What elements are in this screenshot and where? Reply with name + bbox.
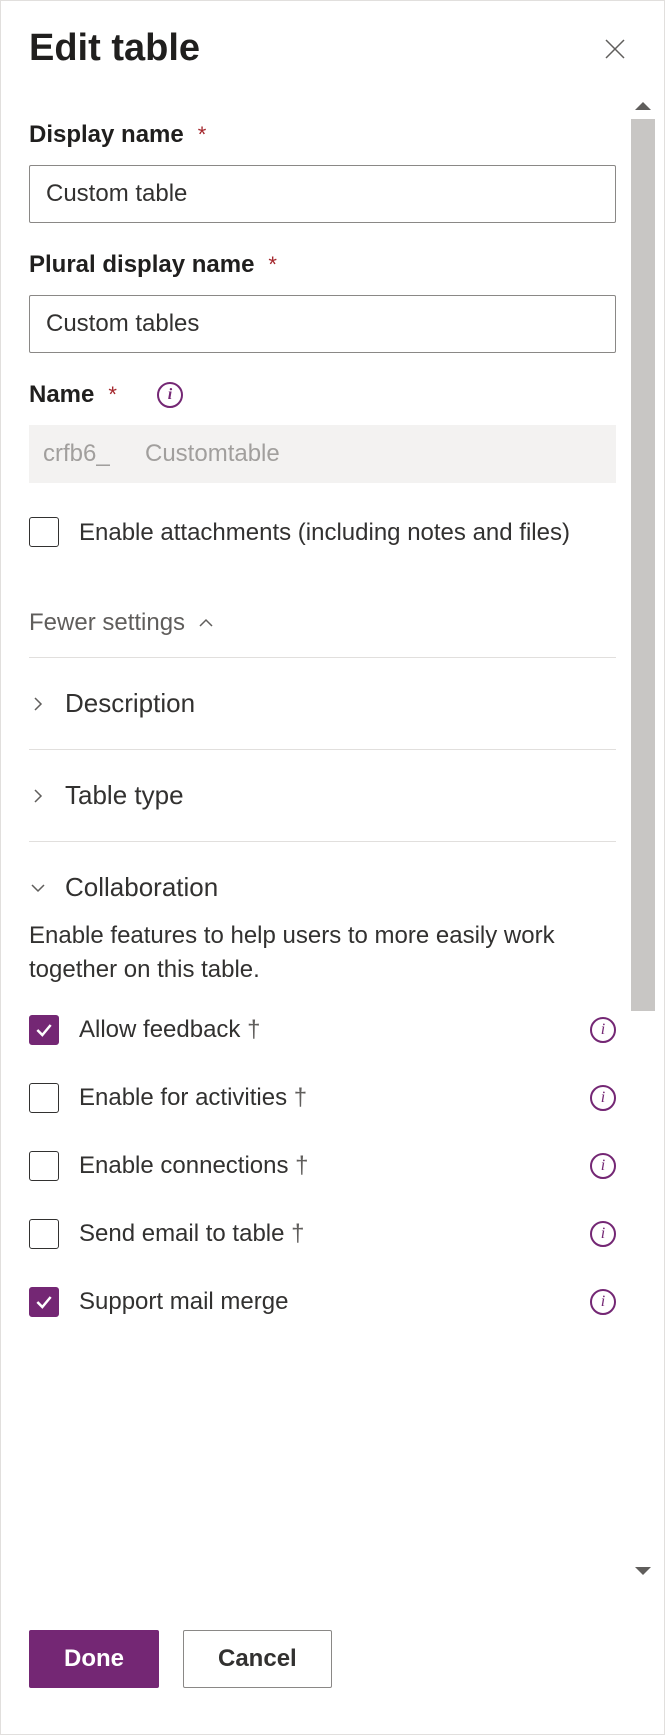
scroll-area: Display name * Plural display name * Nam… [1, 93, 622, 1584]
dagger-symbol: † [291, 1220, 304, 1247]
collaboration-item-label: Send email to table † [79, 1220, 570, 1248]
cancel-button[interactable]: Cancel [183, 1630, 332, 1688]
collaboration-checkbox[interactable] [29, 1015, 59, 1045]
collaboration-description: Enable features to help users to more ea… [29, 919, 616, 987]
name-value: Customtable [129, 425, 616, 483]
name-prefix: crfb6_ [29, 425, 129, 483]
collaboration-checkbox[interactable] [29, 1083, 59, 1113]
chevron-right-icon [29, 695, 47, 713]
info-icon[interactable]: i [590, 1085, 616, 1111]
collaboration-item: Support mail merge i [29, 1287, 616, 1317]
collaboration-list: Allow feedback †iEnable for activities †… [29, 1015, 616, 1317]
close-icon [603, 37, 627, 61]
plural-display-name-label-text: Plural display name [29, 251, 254, 279]
plural-display-name-label: Plural display name * [29, 251, 616, 279]
display-name-label-text: Display name [29, 121, 184, 149]
info-icon[interactable]: i [590, 1289, 616, 1315]
panel-header: Edit table [1, 1, 664, 80]
plural-display-name-input[interactable] [29, 295, 616, 353]
table-type-section-header[interactable]: Table type [29, 749, 616, 841]
info-icon[interactable]: i [157, 382, 183, 408]
edit-table-panel: Edit table Display name * Plural display… [0, 0, 665, 1735]
done-button[interactable]: Done [29, 1630, 159, 1688]
collaboration-checkbox[interactable] [29, 1287, 59, 1317]
collaboration-item-label: Enable connections † [79, 1152, 570, 1180]
triangle-up-icon [635, 102, 651, 110]
collaboration-section-header[interactable]: Collaboration [29, 841, 616, 925]
chevron-up-icon [197, 614, 215, 632]
scrollbar-down-button[interactable] [622, 1558, 664, 1584]
scrollbar-thumb[interactable] [631, 119, 655, 1011]
enable-attachments-row: Enable attachments (including notes and … [29, 517, 616, 549]
name-label-text: Name [29, 381, 94, 409]
table-type-section-title: Table type [65, 780, 184, 811]
triangle-down-icon [635, 1567, 651, 1575]
dagger-symbol: † [295, 1152, 308, 1179]
dagger-symbol: † [247, 1016, 260, 1043]
enable-attachments-label: Enable attachments (including notes and … [79, 517, 616, 549]
collaboration-item: Enable for activities † i [29, 1083, 616, 1113]
collaboration-item-label: Allow feedback † [79, 1016, 570, 1044]
collaboration-checkbox[interactable] [29, 1151, 59, 1181]
plural-display-name-field: Plural display name * [29, 251, 616, 353]
scrollbar-up-button[interactable] [622, 93, 664, 119]
panel-title: Edit table [29, 27, 200, 70]
info-icon[interactable]: i [590, 1221, 616, 1247]
required-asterisk: * [268, 252, 277, 278]
panel-footer: Done Cancel [1, 1584, 664, 1734]
description-section-header[interactable]: Description [29, 657, 616, 749]
required-asterisk: * [198, 122, 207, 148]
fewer-settings-toggle[interactable]: Fewer settings [29, 609, 616, 637]
fewer-settings-label: Fewer settings [29, 609, 185, 637]
scrollbar[interactable] [622, 93, 664, 1584]
description-section-title: Description [65, 688, 195, 719]
chevron-right-icon [29, 787, 47, 805]
collaboration-item: Allow feedback † i [29, 1015, 616, 1045]
collaboration-item-label: Support mail merge [79, 1288, 570, 1316]
info-icon[interactable]: i [590, 1017, 616, 1043]
name-input-row: crfb6_ Customtable [29, 425, 616, 483]
info-icon[interactable]: i [590, 1153, 616, 1179]
collaboration-checkbox[interactable] [29, 1219, 59, 1249]
required-asterisk: * [108, 382, 117, 408]
display-name-field: Display name * [29, 121, 616, 223]
name-label: Name * i [29, 381, 616, 409]
scrollbar-track[interactable] [622, 119, 664, 1558]
collaboration-item-label: Enable for activities † [79, 1084, 570, 1112]
display-name-label: Display name * [29, 121, 616, 149]
chevron-down-icon [29, 879, 47, 897]
collaboration-item: Send email to table † i [29, 1219, 616, 1249]
enable-attachments-checkbox[interactable] [29, 517, 59, 547]
collaboration-item: Enable connections † i [29, 1151, 616, 1181]
display-name-input[interactable] [29, 165, 616, 223]
close-button[interactable] [594, 28, 636, 70]
dagger-symbol: † [294, 1084, 307, 1111]
name-field: Name * i crfb6_ Customtable [29, 381, 616, 483]
collaboration-section-title: Collaboration [65, 872, 218, 903]
